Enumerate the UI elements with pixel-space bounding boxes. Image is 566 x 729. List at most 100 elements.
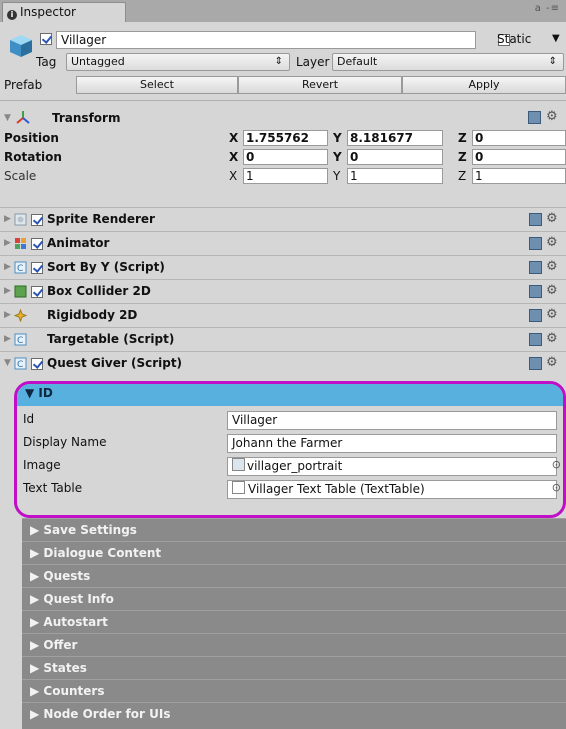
object-picker-icon[interactable]: ⊙ (552, 458, 561, 471)
svg-text:C: C (17, 264, 23, 274)
section-states[interactable]: ▶ States (22, 656, 566, 679)
section-autostart[interactable]: ▶ Autostart (22, 610, 566, 633)
section-offer[interactable]: ▶ Offer (22, 633, 566, 656)
fold-arrow-icon[interactable]: ▶ (4, 238, 11, 248)
component-animator[interactable]: ▶ Animator ⚙ (0, 231, 566, 255)
help-book-icon[interactable] (529, 237, 542, 250)
component-name: Animator (47, 236, 110, 250)
scale-z-field[interactable]: 1 (472, 168, 566, 184)
image-value: villager_portrait (247, 459, 343, 473)
divider (0, 100, 566, 101)
z-axis-label: Z (458, 169, 467, 183)
section-title: Node Order for UIs (43, 707, 171, 721)
tab-label: Inspector (20, 5, 76, 19)
help-book-icon[interactable] (529, 333, 542, 346)
text-table-label: Text Table (23, 481, 83, 495)
y-axis-label: Y (333, 150, 342, 164)
gear-icon[interactable]: ⚙ (546, 235, 558, 250)
gear-icon[interactable]: ⚙ (546, 331, 558, 346)
enabled-checkbox[interactable] (31, 262, 43, 274)
help-book-icon[interactable] (529, 213, 542, 226)
fold-arrow-icon[interactable]: ▶ (4, 286, 11, 296)
dropdown-arrow-icon: ⇕ (274, 56, 283, 67)
y-axis-label: Y (333, 169, 341, 183)
gear-icon[interactable]: ⚙ (546, 307, 558, 322)
fold-arrow-icon[interactable]: ▶ (4, 214, 11, 224)
box-collider-icon (14, 285, 27, 298)
text-table-object-field[interactable]: Villager Text Table (TextTable) (227, 480, 557, 499)
enabled-checkbox[interactable] (31, 214, 43, 226)
component-targetable[interactable]: ▶ C Targetable (Script) ⚙ (0, 327, 566, 351)
rotation-y-field[interactable]: 0 (347, 149, 443, 165)
rotation-z-field[interactable]: 0 (472, 149, 566, 165)
gear-icon[interactable]: ⚙ (546, 355, 558, 370)
tab-menu-icon[interactable]: a -≡ (535, 3, 560, 14)
position-z-field[interactable]: 0 (472, 130, 566, 146)
component-name: Sprite Renderer (47, 212, 155, 226)
section-title: Save Settings (43, 523, 137, 537)
section-node-order-for-uis[interactable]: ▶ Node Order for UIs (22, 702, 566, 729)
section-quests[interactable]: ▶ Quests (22, 564, 566, 587)
fold-arrow-icon[interactable]: ▼ (4, 113, 11, 123)
tab-inspector[interactable]: i Inspector (2, 2, 126, 22)
section-counters[interactable]: ▶ Counters (22, 679, 566, 702)
prefab-revert-button[interactable]: Revert (238, 76, 402, 94)
fold-arrow-icon[interactable]: ▶ (4, 310, 11, 320)
fold-arrow-icon[interactable]: ▼ (4, 358, 11, 368)
section-title: Offer (43, 638, 78, 652)
enabled-checkbox[interactable] (31, 358, 43, 370)
scale-x-field[interactable]: 1 (243, 168, 328, 184)
info-icon: i (7, 10, 17, 20)
id-section-panel: ▼ ID Id Villager Display Name Johann the… (14, 381, 566, 518)
help-book-icon[interactable] (528, 111, 541, 124)
image-object-field[interactable]: villager_portrait (227, 457, 557, 476)
enabled-checkbox[interactable] (31, 238, 43, 250)
component-sort-by-y[interactable]: ▶ C Sort By Y (Script) ⚙ (0, 255, 566, 279)
sprite-asset-icon (232, 458, 245, 471)
rotation-x-field[interactable]: 0 (243, 149, 328, 165)
gear-icon[interactable]: ⚙ (546, 259, 558, 274)
id-section-header[interactable]: ▼ ID (17, 384, 563, 406)
id-label: Id (23, 412, 35, 426)
help-book-icon[interactable] (529, 357, 542, 370)
script-icon: C (14, 333, 27, 346)
id-field[interactable]: Villager (227, 411, 557, 430)
component-name: Rigidbody 2D (47, 308, 138, 322)
prefab-select-button[interactable]: Select (76, 76, 238, 94)
position-x-field[interactable]: 1.755762 (243, 130, 328, 146)
prefab-apply-button[interactable]: Apply (402, 76, 566, 94)
component-quest-giver[interactable]: ▼ C Quest Giver (Script) ⚙ (0, 351, 566, 381)
fold-arrow-icon[interactable]: ▶ (4, 334, 11, 344)
fold-arrow-icon[interactable]: ▶ (4, 262, 11, 272)
active-checkbox[interactable] (40, 33, 52, 45)
gear-icon[interactable]: ⚙ (546, 283, 558, 298)
help-book-icon[interactable] (529, 261, 542, 274)
object-picker-icon[interactable]: ⊙ (552, 481, 561, 494)
component-rigidbody-2d[interactable]: ▶ Rigidbody 2D ⚙ (0, 303, 566, 327)
tag-dropdown[interactable]: Untagged ⇕ (66, 53, 290, 71)
display-name-field[interactable]: Johann the Farmer (227, 434, 557, 453)
component-sprite-renderer[interactable]: ▶ Sprite Renderer ⚙ (0, 207, 566, 231)
section-dialogue-content[interactable]: ▶ Dialogue Content (22, 541, 566, 564)
object-name-field[interactable]: Villager (56, 31, 476, 49)
position-label: Position (4, 131, 59, 145)
component-box-collider-2d[interactable]: ▶ Box Collider 2D ⚙ (0, 279, 566, 303)
help-book-icon[interactable] (529, 309, 542, 322)
scale-label: Scale (4, 169, 37, 183)
layer-dropdown[interactable]: Default ⇕ (332, 53, 564, 71)
gear-icon[interactable]: ⚙ (546, 109, 558, 124)
position-y-field[interactable]: 8.181677 (347, 130, 443, 146)
x-axis-label: X (229, 150, 239, 164)
section-title: Quest Info (43, 592, 114, 606)
help-book-icon[interactable] (529, 285, 542, 298)
static-dropdown-icon[interactable]: ▼ (552, 33, 560, 44)
id-section-title: ▼ ID (25, 386, 53, 400)
section-save-settings[interactable]: ▶ Save Settings (22, 518, 566, 541)
layer-value: Default (337, 55, 378, 68)
enabled-checkbox[interactable] (31, 286, 43, 298)
section-quest-info[interactable]: ▶ Quest Info (22, 587, 566, 610)
gear-icon[interactable]: ⚙ (546, 211, 558, 226)
tag-label: Tag (36, 55, 57, 69)
id-row: Id Villager (17, 409, 563, 432)
scale-y-field[interactable]: 1 (347, 168, 443, 184)
